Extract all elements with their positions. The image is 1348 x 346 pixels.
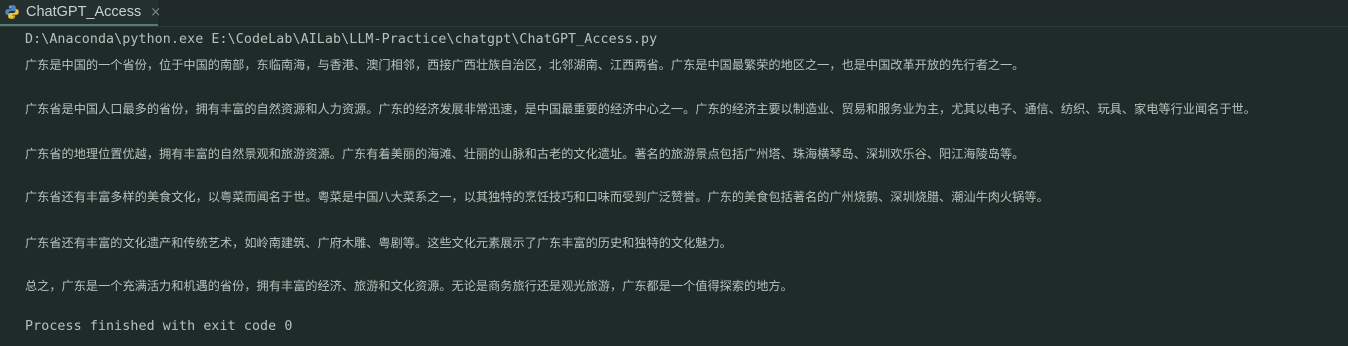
- output-paragraph-4: 广东省还有丰富多样的美食文化，以粤菜而闻名于世。粤菜是中国八大菜系之一，以其独特…: [25, 190, 1049, 204]
- output-paragraph-3: 广东省的地理位置优越，拥有丰富的自然景观和旅游资源。广东有着美丽的海滩、壮丽的山…: [25, 147, 1025, 161]
- output-paragraph-1: 广东是中国的一个省份，位于中国的南部，东临南海，与香港、澳门相邻，西接广西壮族自…: [25, 58, 1025, 72]
- exit-message: Process finished with exit code 0: [25, 319, 293, 334]
- close-icon[interactable]: ×: [150, 6, 161, 19]
- tab-chatgpt-access[interactable]: ChatGPT_Access ×: [0, 0, 161, 26]
- run-console-window: ChatGPT_Access × D:\Anaconda\python.exe …: [0, 0, 1348, 346]
- run-tab-bar: ChatGPT_Access ×: [0, 0, 1348, 27]
- output-paragraph-5: 广东省还有丰富的文化遗产和传统艺术，如岭南建筑、广府木雕、粤剧等。这些文化元素展…: [25, 236, 732, 250]
- output-paragraph-6: 总之，广东是一个充满活力和机遇的省份，拥有丰富的经济、旅游和文化资源。无论是商务…: [25, 279, 793, 293]
- python-icon: [4, 4, 20, 20]
- console-gutter: [0, 27, 12, 346]
- output-paragraph-2: 广东省是中国人口最多的省份，拥有丰富的自然资源和人力资源。广东的经济发展非常迅速…: [25, 102, 1256, 116]
- tab-title: ChatGPT_Access: [26, 4, 142, 20]
- run-command: D:\Anaconda\python.exe E:\CodeLab\AILab\…: [25, 32, 658, 47]
- console-output: D:\Anaconda\python.exe E:\CodeLab\AILab\…: [25, 27, 1348, 346]
